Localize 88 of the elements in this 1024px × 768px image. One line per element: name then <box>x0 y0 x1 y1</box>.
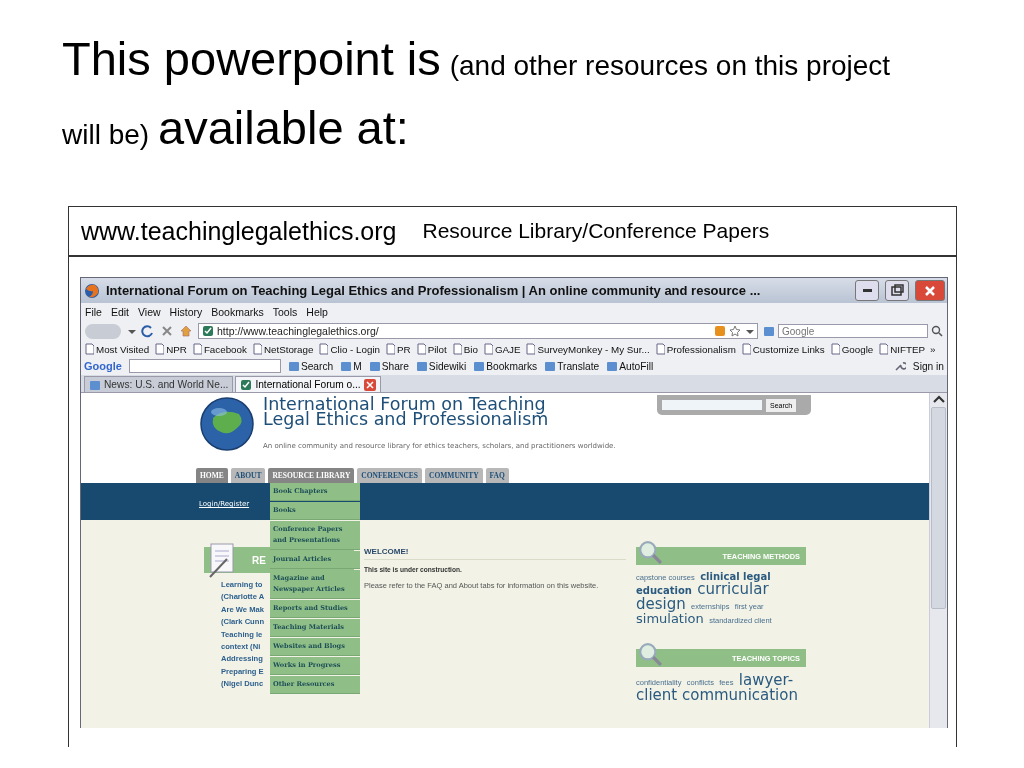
bookmark-icon <box>415 343 426 355</box>
bookmark-icon <box>654 343 665 355</box>
address-bar[interactable]: http://www.teachinglegalethics.org/ <box>198 323 758 339</box>
search-field[interactable]: Google <box>778 324 928 338</box>
site-icon <box>202 325 214 337</box>
toolbar-button[interactable]: Bookmarks <box>473 360 538 372</box>
bookmark-link[interactable]: Professionalism <box>654 343 736 355</box>
home-icon <box>179 324 193 338</box>
globe-logo-icon <box>199 396 255 452</box>
toolbar-button[interactable]: Sidewiki <box>415 360 467 372</box>
menu-item[interactable]: Bookmarks <box>211 306 264 318</box>
bookmark-icon <box>191 343 202 355</box>
site-title: International Forum on Teaching Legal Ethics and Professionalism <box>263 397 549 427</box>
bookmark-link[interactable]: Google <box>829 343 874 355</box>
bookmark-icon <box>154 343 165 355</box>
bookmark-icon <box>878 343 889 355</box>
menu-item[interactable]: View <box>138 306 161 318</box>
toolbar-icon <box>340 360 352 372</box>
toolbar-icon <box>606 360 618 372</box>
bookmark-link[interactable]: SurveyMonkey - My Sur... <box>525 343 650 355</box>
back-forward-button[interactable] <box>85 323 121 339</box>
magnifier-icon <box>638 540 662 564</box>
toolbar-search-field[interactable] <box>128 359 281 373</box>
bookmark-link[interactable]: Customize Links <box>740 343 825 355</box>
bookmark-icon <box>740 343 751 355</box>
toolbar-icon <box>415 360 427 372</box>
tab-icon <box>240 378 253 391</box>
welcome-heading: WELCOME! <box>364 547 626 560</box>
search-icon <box>931 325 943 337</box>
bookmark-icon <box>84 343 94 355</box>
bookmark-link[interactable]: PR <box>385 343 411 355</box>
site-search-field[interactable] <box>662 400 762 410</box>
toolbar-icon <box>287 360 299 372</box>
minimize-icon <box>862 289 872 292</box>
scroll-up-icon <box>931 393 946 405</box>
section-path: Resource Library/Conference Papers <box>422 219 770 243</box>
toolbar-icon <box>544 360 556 372</box>
toolbar-icon <box>368 360 380 372</box>
browser-logo-icon <box>84 282 100 299</box>
close-button[interactable] <box>915 280 945 301</box>
stop-icon <box>160 324 174 338</box>
bookmark-link[interactable]: Facebook <box>191 343 247 355</box>
restore-icon <box>890 283 904 298</box>
bookmark-link[interactable]: Bio <box>451 343 478 355</box>
bookmark-link[interactable]: Most Visited <box>84 343 150 355</box>
toolbar-button[interactable]: AutoFill <box>606 360 654 372</box>
site-address: www.teachinglegalethics.org <box>81 216 397 246</box>
toolbar-button[interactable]: Translate <box>544 360 600 372</box>
toolbar-icon <box>473 360 485 372</box>
bookmark-link[interactable]: GAJE <box>482 343 521 355</box>
bookmark-icon <box>451 343 462 355</box>
scrollbar[interactable] <box>929 393 947 728</box>
bookmark-link[interactable]: Clio - Login <box>318 343 381 355</box>
slide-title: This powerpoint is (and other resources on this project will be) available at: <box>62 31 892 156</box>
menu-item[interactable]: Tools <box>272 306 298 318</box>
toolbar-button[interactable]: Search <box>287 360 334 372</box>
window-title: International Forum on Teaching Legal Ethics and Professionalism | An online community and resource ... <box>106 283 762 298</box>
bookmark-link[interactable]: NetStorage <box>251 343 314 355</box>
bookmark-link[interactable]: NIFTEP <box>878 343 926 355</box>
star-icon <box>729 325 741 337</box>
bookmark-link[interactable]: NPR <box>154 343 187 355</box>
bookmark-icon <box>318 343 329 355</box>
close-icon <box>923 283 937 298</box>
notepad-icon <box>207 543 235 579</box>
toolbar-button[interactable]: Share <box>368 360 409 372</box>
bookmark-icon <box>525 343 536 355</box>
menu-item[interactable]: File <box>85 306 102 318</box>
menu-item[interactable]: Help <box>306 306 328 318</box>
browser-tab[interactable]: International Forum o... <box>235 376 381 392</box>
more-bookmarks-button[interactable]: » <box>930 343 936 355</box>
tab-icon <box>89 378 101 391</box>
menu-item[interactable]: Edit <box>110 306 129 318</box>
bookmark-icon <box>385 343 396 355</box>
toolbar-logo: Google <box>84 360 122 372</box>
minimize-button[interactable] <box>855 280 879 301</box>
maximize-button[interactable] <box>885 280 909 301</box>
menu-item[interactable]: History <box>169 306 203 318</box>
bookmark-icon <box>829 343 840 355</box>
bookmark-link[interactable]: Pilot <box>415 343 447 355</box>
toolbar-button[interactable]: M <box>340 360 362 372</box>
bookmark-icon <box>251 343 262 355</box>
bookmark-icon <box>482 343 493 355</box>
sign-in-link[interactable]: Sign in <box>912 360 944 372</box>
feed-icon <box>714 325 726 337</box>
engine-icon <box>763 325 775 337</box>
reload-icon <box>141 324 155 338</box>
browser-tab[interactable]: News: U.S. and World Ne... <box>84 376 234 392</box>
magnifier-icon <box>638 642 662 666</box>
